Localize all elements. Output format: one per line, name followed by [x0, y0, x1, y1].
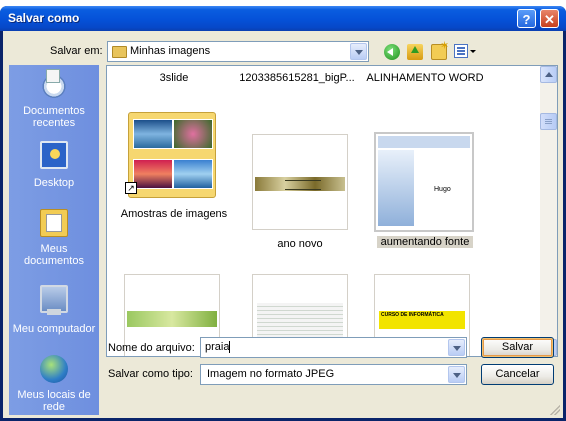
save-button[interactable]: Salvar: [481, 337, 554, 358]
desktop-icon: [40, 141, 68, 169]
save-in-dropdown-arrow-icon[interactable]: [350, 43, 367, 60]
place-recent-documents-label: Documentos recentes: [23, 105, 85, 129]
file-tile-amostras[interactable]: ↗: [124, 106, 220, 202]
place-recent-documents[interactable]: Documentos recentes: [9, 65, 99, 129]
thumbnail-image: [133, 159, 173, 189]
places-bar: Documentos recentes Desktop Meus documen…: [9, 65, 99, 415]
filename-dropdown-arrow-icon[interactable]: [448, 339, 465, 356]
filename-label: Nome do arquivo:: [108, 342, 195, 354]
back-arrow-icon[interactable]: [384, 44, 400, 60]
file-tile-ano-novo[interactable]: [252, 134, 348, 230]
scroll-up-icon[interactable]: [540, 66, 557, 83]
filename-value: praia: [205, 341, 230, 353]
place-network[interactable]: Meus locais de rede: [9, 347, 99, 415]
file-label[interactable]: 1203385615281_bigP...: [237, 72, 357, 84]
file-tile-aumentando-fonte[interactable]: Hugo: [374, 132, 474, 232]
cancel-button[interactable]: Cancelar: [481, 364, 554, 385]
dialog-client-area: Salvar em: Minhas imagens Documentos rec…: [3, 31, 563, 418]
thumbnail-image: [378, 136, 470, 148]
folder-icon: [128, 112, 216, 198]
thumbnail-image: [173, 159, 213, 189]
place-desktop[interactable]: Desktop: [9, 133, 99, 189]
file-label[interactable]: 3slide: [129, 72, 219, 84]
network-places-icon: [40, 355, 68, 383]
file-list-view[interactable]: 3slide 1203385615281_bigP... ALINHAMENTO…: [106, 65, 558, 357]
file-label-selected[interactable]: aumentando fonte: [377, 236, 473, 248]
thumbnail-text: CURSO DE INFORMÁTICA: [381, 312, 444, 318]
thumbnail-image: [133, 119, 173, 149]
save-in-label: Salvar em:: [50, 45, 103, 57]
place-desktop-label: Desktop: [33, 177, 75, 189]
scroll-thumb[interactable]: [540, 113, 557, 130]
save-as-dialog: Salvar como ? ✕ Salvar em: Minhas imagen…: [0, 6, 566, 421]
filetype-combo[interactable]: Imagem no formato JPEG: [200, 364, 467, 385]
close-button[interactable]: ✕: [540, 9, 559, 28]
up-folder-icon[interactable]: [407, 44, 423, 60]
shortcut-arrow-icon: ↗: [125, 182, 137, 194]
new-folder-icon[interactable]: [431, 39, 449, 60]
place-my-computer-label: Meu computador: [12, 323, 96, 335]
help-button[interactable]: ?: [517, 9, 536, 28]
recent-documents-icon: [40, 69, 68, 99]
my-computer-icon: [40, 285, 68, 315]
place-network-label: Meus locais de rede: [17, 389, 91, 413]
filetype-value: Imagem no formato JPEG: [207, 368, 335, 380]
file-label[interactable]: Amostras de imagens: [112, 208, 236, 220]
views-menu-icon[interactable]: [454, 44, 476, 60]
place-my-documents-label: Meus documentos: [24, 243, 84, 267]
thumbnail-text: Hugo: [434, 186, 451, 193]
thumbnail-image: [127, 311, 217, 327]
place-my-documents[interactable]: Meus documentos: [9, 201, 99, 269]
my-documents-icon: [40, 209, 68, 237]
filetype-dropdown-arrow-icon[interactable]: [448, 366, 465, 383]
folder-icon: [112, 46, 127, 58]
text-caret: [229, 341, 231, 354]
thumbnail-image: [378, 150, 414, 226]
vertical-scrollbar[interactable]: [540, 66, 557, 356]
thumbnail-image: [255, 177, 345, 191]
thumbnail-image: CURSO DE INFORMÁTICA: [379, 311, 465, 329]
save-in-combo[interactable]: Minhas imagens: [107, 41, 369, 62]
thumbnail-image: [173, 119, 213, 149]
filename-input[interactable]: praia: [200, 337, 467, 358]
title-bar[interactable]: Salvar como ? ✕: [0, 6, 566, 31]
resize-grip-icon[interactable]: [550, 405, 560, 415]
file-label[interactable]: ano novo: [252, 238, 348, 250]
filetype-label: Salvar como tipo:: [108, 368, 193, 380]
save-in-value: Minhas imagens: [130, 45, 211, 57]
place-my-computer[interactable]: Meu computador: [9, 277, 99, 339]
file-label[interactable]: ALINHAMENTO WORD: [365, 72, 485, 84]
dialog-title: Salvar como: [8, 11, 80, 25]
